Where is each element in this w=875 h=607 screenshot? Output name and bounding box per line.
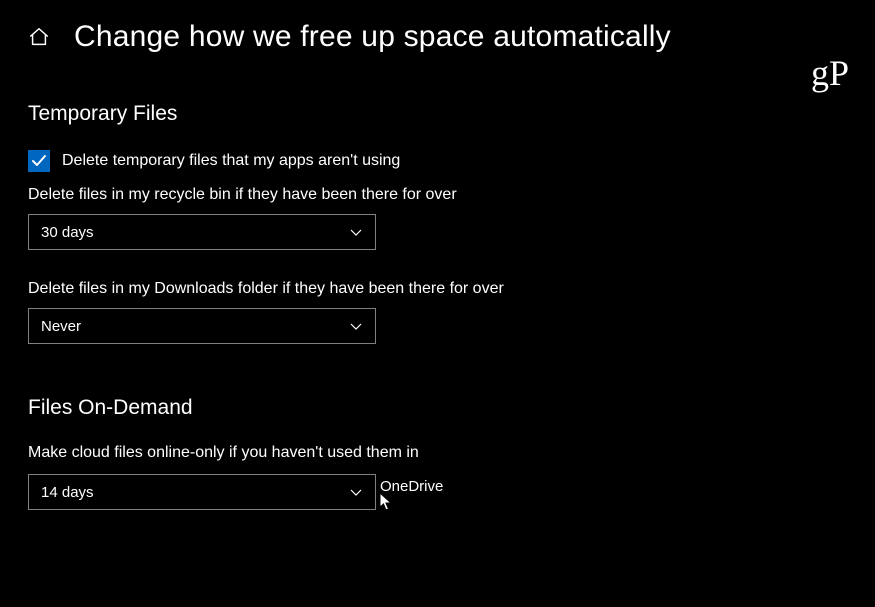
checkbox-delete-temp-files[interactable] [28, 150, 50, 172]
chevron-down-icon [349, 485, 363, 499]
checkbox-label-delete-temp-files: Delete temporary files that my apps aren… [62, 152, 400, 170]
label-onedrive-suffix: OneDrive [380, 478, 443, 495]
mouse-cursor-icon [379, 492, 393, 512]
dropdown-cloud-files[interactable]: 14 days [28, 474, 376, 510]
label-recycle-bin: Delete files in my recycle bin if they h… [28, 186, 847, 204]
chevron-down-icon [349, 225, 363, 239]
dropdown-value-cloud-files: 14 days [41, 484, 94, 501]
dropdown-downloads-folder[interactable]: Never [28, 308, 376, 344]
dropdown-value-downloads-folder: Never [41, 318, 81, 335]
section-heading-files-on-demand: Files On-Demand [28, 396, 847, 420]
home-icon[interactable] [28, 26, 50, 48]
label-cloud-files: Make cloud files online-only if you have… [28, 444, 847, 462]
chevron-down-icon [349, 319, 363, 333]
section-heading-temporary-files: Temporary Files [28, 102, 847, 126]
watermark-logo: gP [811, 52, 849, 94]
label-downloads-folder: Delete files in my Downloads folder if t… [28, 280, 847, 298]
page-title: Change how we free up space automaticall… [74, 20, 671, 54]
dropdown-recycle-bin[interactable]: 30 days [28, 214, 376, 250]
dropdown-value-recycle-bin: 30 days [41, 224, 94, 241]
